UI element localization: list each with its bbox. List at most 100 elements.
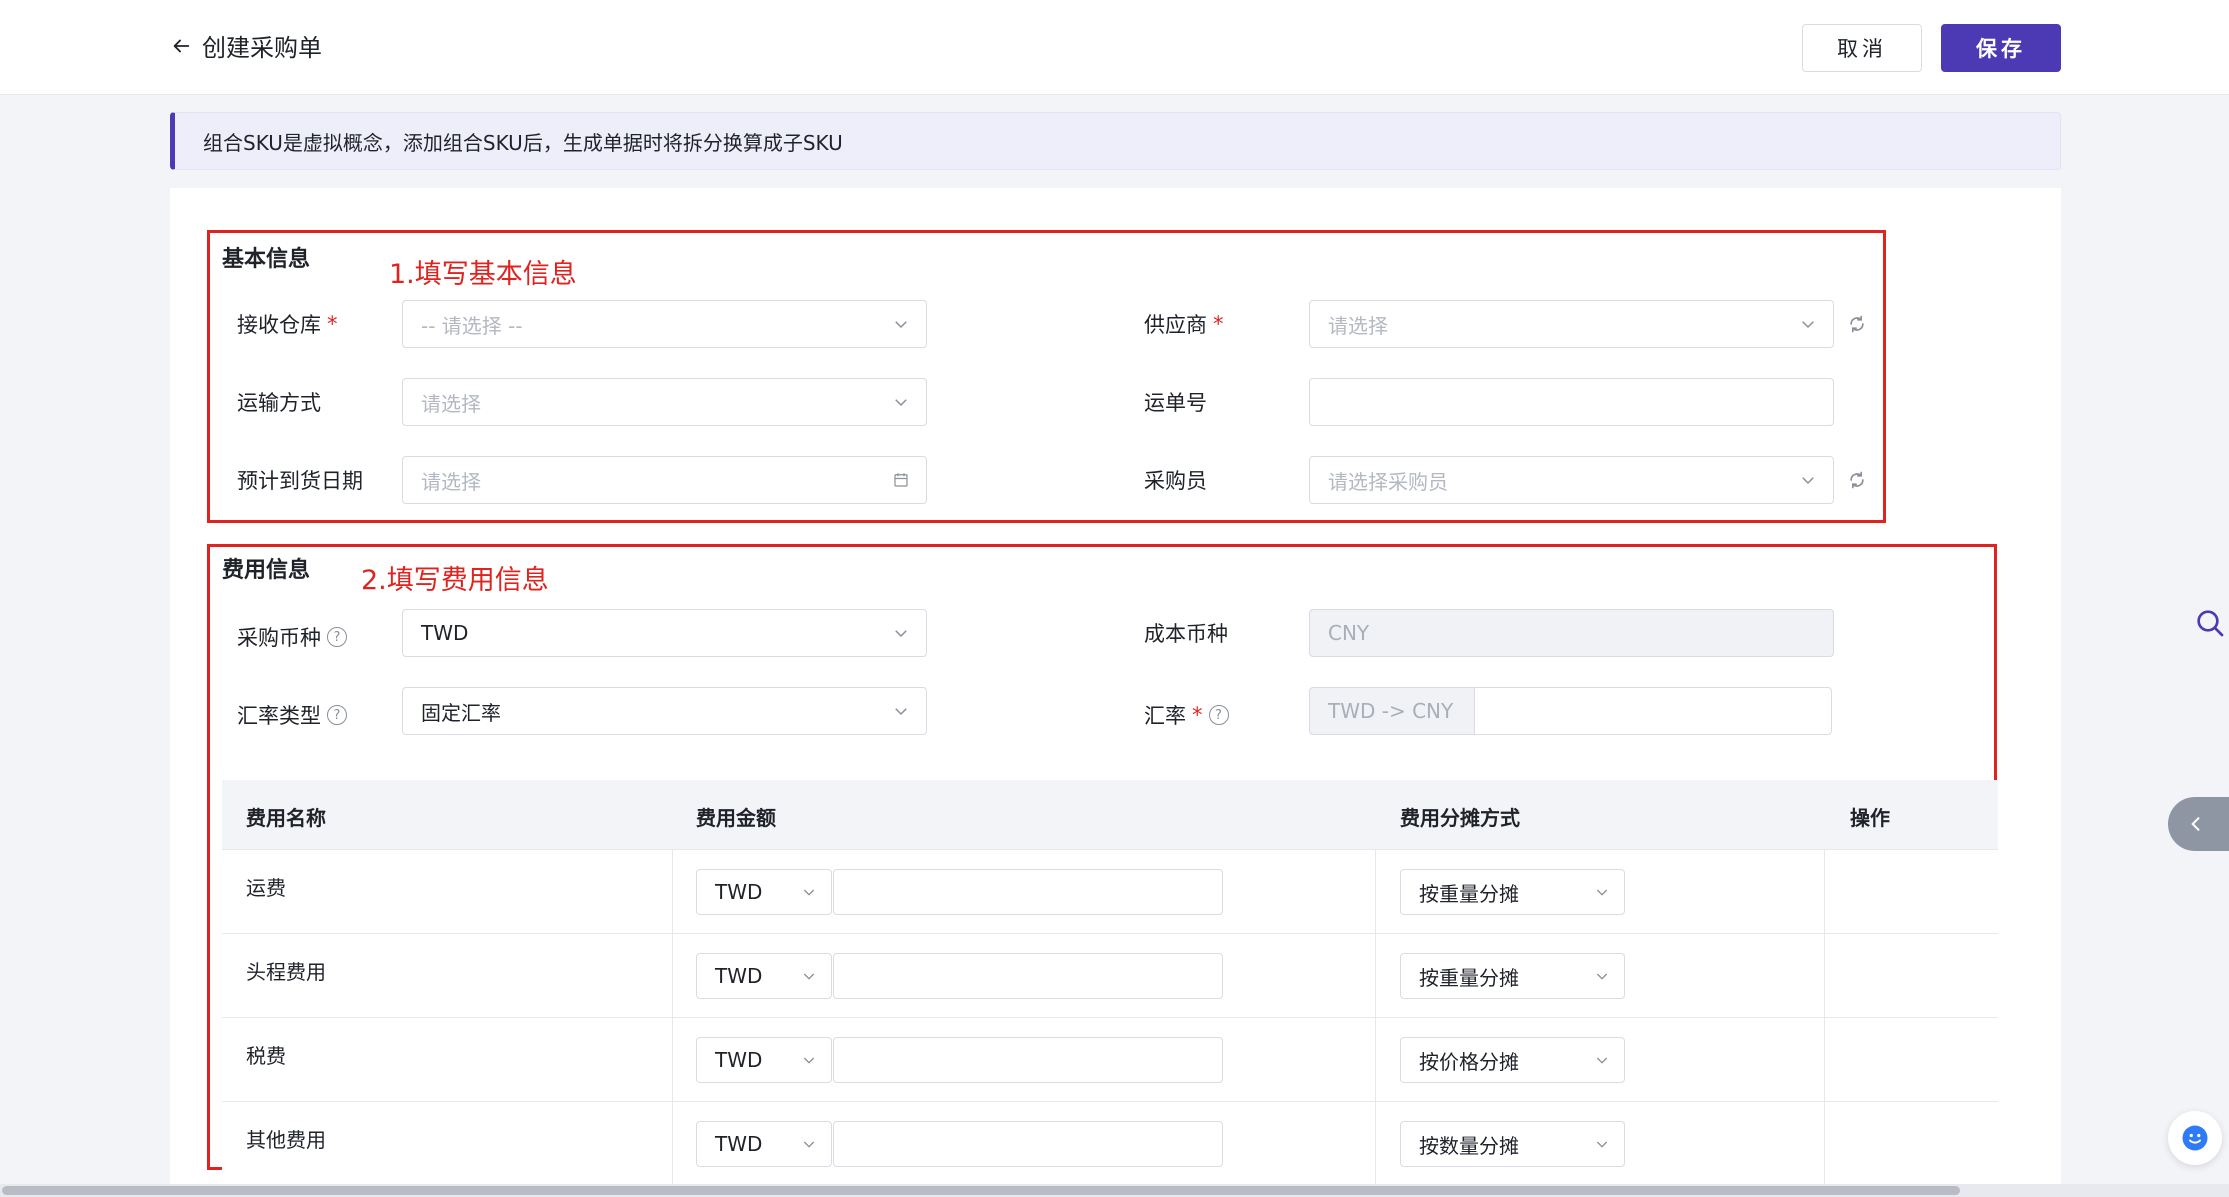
fee-name: 其他费用 [246,1128,326,1152]
chevron-down-icon [803,1057,815,1064]
notice-text: 组合SKU是虚拟概念，添加组合SKU后，生成单据时将拆分换算成子SKU [203,130,843,155]
chevron-down-icon [803,1141,815,1148]
column-divider [672,850,673,1197]
supplier-label-text: 供应商 [1144,313,1207,337]
chevron-down-icon [895,321,907,329]
column-header: 操作 [1850,806,1890,830]
allocation-select[interactable]: 按重量分摊 [1400,869,1625,915]
warehouse-label: 接收仓库 * [237,300,338,348]
scrollbar-thumb[interactable] [2,1186,1960,1195]
horizontal-scrollbar[interactable] [0,1184,2229,1197]
warehouse-select[interactable]: -- 请选择 -- [402,300,927,348]
chevron-down-icon [1596,889,1608,896]
purchase-currency-select[interactable]: TWD [402,609,927,657]
chevron-left-icon [2191,817,2200,831]
amount-input[interactable] [833,1037,1223,1083]
currency-select[interactable]: TWD [696,869,832,915]
buyer-placeholder: 请选择采购员 [1328,469,1448,494]
help-icon[interactable]: ? [327,705,347,725]
table-row: 税费 TWD 按价格分摊 [222,1018,1998,1102]
rate-type-value: 固定汇率 [421,700,501,725]
amount-input[interactable] [833,1121,1223,1167]
chevron-down-icon [1802,477,1814,485]
currency-select[interactable]: TWD [696,953,832,999]
allocation-select[interactable]: 按数量分摊 [1400,1121,1625,1167]
shipping-method-select[interactable]: 请选择 [402,378,927,426]
column-divider [1824,850,1825,1197]
buyer-select[interactable]: 请选择采购员 [1309,456,1834,504]
rate-type-label: 汇率类型 ? [237,691,347,739]
amount-input[interactable] [833,869,1223,915]
purchase-currency-label: 采购币种 ? [237,613,347,661]
help-icon[interactable]: ? [1208,705,1229,725]
tracking-no-label: 运单号 [1144,378,1207,426]
chevron-down-icon [1596,1057,1608,1064]
chevron-down-icon [803,973,815,980]
rate-input[interactable] [1474,687,1832,735]
table-row: 其他费用 TWD 按数量分摊 [222,1102,1998,1186]
assistant-button[interactable] [2168,1111,2222,1165]
table-row: 头程费用 TWD 按重量分摊 [222,934,1998,1018]
supplier-label: 供应商 * [1144,300,1224,348]
fee-name: 头程费用 [246,960,326,984]
allocation-value: 按重量分摊 [1419,881,1519,906]
eta-placeholder: 请选择 [421,469,481,494]
purchase-currency-label-text: 采购币种 [237,626,321,650]
refresh-icon[interactable] [1847,470,1867,490]
table-row: 运费 TWD 按重量分摊 [222,850,1998,934]
section-title-basic: 基本信息 [222,247,311,272]
search-icon[interactable] [2194,607,2226,639]
fee-name: 税费 [246,1044,286,1068]
chevron-down-icon [895,399,907,407]
required-mark: * [1213,312,1224,336]
cost-currency-label: 成本币种 [1144,609,1228,657]
cancel-button[interactable]: 取消 [1802,24,1922,72]
shipping-method-label: 运输方式 [237,378,321,426]
chevron-down-icon [895,708,907,716]
allocation-value: 按重量分摊 [1419,965,1519,990]
allocation-select[interactable]: 按价格分摊 [1400,1037,1625,1083]
tracking-no-label-text: 运单号 [1144,391,1207,415]
rate-prefix-text: TWD -> CNY [1328,699,1454,723]
buyer-label: 采购员 [1144,456,1207,504]
column-divider [1375,850,1376,1197]
chevron-down-icon [1596,973,1608,980]
arrow-left-icon [173,39,190,52]
supplier-placeholder: 请选择 [1328,313,1388,338]
section-title-cost: 费用信息 [222,558,311,583]
allocation-select[interactable]: 按重量分摊 [1400,953,1625,999]
annotation-cost: 2.填写费用信息 [361,565,549,596]
cost-currency-value: CNY [1328,621,1370,645]
purchase-currency-value: TWD [421,621,469,645]
rate-type-select[interactable]: 固定汇率 [402,687,927,735]
currency-value: TWD [715,1048,763,1072]
required-mark: * [327,312,338,336]
help-icon[interactable]: ? [327,627,347,647]
buyer-label-text: 采购员 [1144,469,1207,493]
annotation-basic: 1.填写基本信息 [389,259,577,290]
column-header: 费用名称 [246,806,326,830]
save-button[interactable]: 保存 [1941,24,2061,72]
chevron-down-icon [895,630,907,638]
top-bar: 创建采购单 取消 保存 [0,0,2229,95]
refresh-icon[interactable] [1847,314,1867,334]
column-header: 费用分摊方式 [1400,806,1520,830]
tracking-no-input[interactable] [1309,378,1834,426]
page-title: 创建采购单 [202,34,322,62]
rate-prefix: TWD -> CNY [1309,687,1475,735]
back-button[interactable]: 创建采购单 [170,28,322,63]
currency-value: TWD [715,964,763,988]
currency-select[interactable]: TWD [696,1037,832,1083]
currency-value: TWD [715,880,763,904]
eta-label: 预计到货日期 [237,456,363,504]
cost-currency-field: CNY [1309,609,1834,657]
supplier-select[interactable]: 请选择 [1309,300,1834,348]
amount-input[interactable] [833,953,1223,999]
side-panel-toggle[interactable] [2168,797,2229,851]
column-header: 费用金额 [696,806,776,830]
currency-select[interactable]: TWD [696,1121,832,1167]
warehouse-placeholder: -- 请选择 -- [421,313,523,338]
rate-label: 汇率 * ? [1144,691,1229,739]
notice-banner: 组合SKU是虚拟概念，添加组合SKU后，生成单据时将拆分换算成子SKU [170,112,2061,170]
eta-date-picker[interactable]: 请选择 [402,456,927,504]
